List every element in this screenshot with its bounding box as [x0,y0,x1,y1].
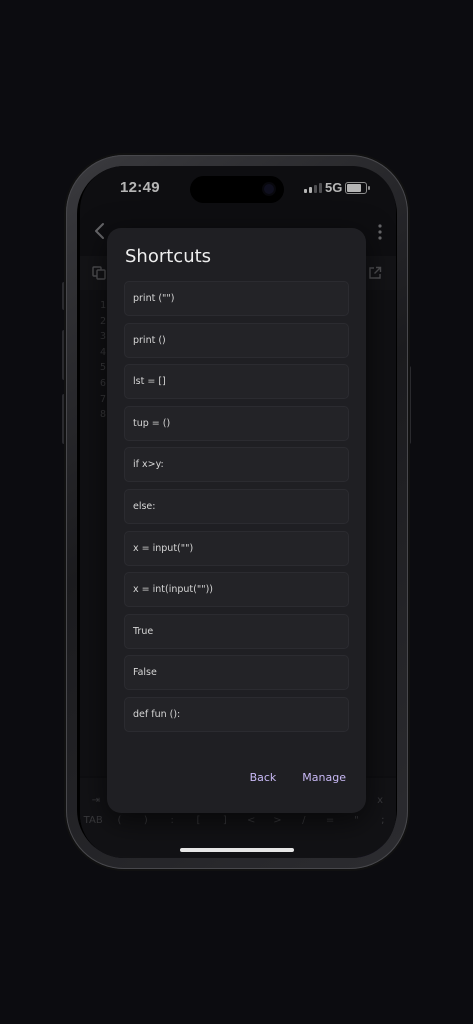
shortcut-item[interactable]: x = int(input("")) [124,572,349,608]
phone-screen: 12:49 5G 1 2 3 4 5 6 7 8 ⇥ x TAB (): [… [80,166,396,858]
shortcut-item[interactable]: x = input("") [124,530,349,566]
shortcut-item[interactable]: False [124,655,349,691]
shortcut-item[interactable]: lst = [] [124,364,349,400]
shortcut-item[interactable]: True [124,613,349,649]
shortcut-item[interactable]: tup = () [124,405,349,441]
dialog-title: Shortcuts [125,246,212,267]
shortcut-item[interactable]: if x>y: [124,447,349,483]
manage-button[interactable]: Manage [300,769,348,786]
home-indicator[interactable] [180,848,294,852]
shortcut-item[interactable]: def fun (): [124,696,349,732]
dialog-actions: Back Manage [248,769,348,786]
stage: 12:49 5G 1 2 3 4 5 6 7 8 ⇥ x TAB (): [… [0,0,473,1024]
shortcut-item[interactable]: else: [124,488,349,524]
shortcut-item[interactable]: print ("") [124,281,349,316]
shortcut-list: print ("") print () lst = [] tup = () if x>y… [124,281,349,734]
shortcuts-dialog: Shortcuts print ("") print () lst = [] tup … [107,228,366,813]
shortcut-item[interactable]: print () [124,322,349,358]
back-button[interactable]: Back [248,769,279,786]
